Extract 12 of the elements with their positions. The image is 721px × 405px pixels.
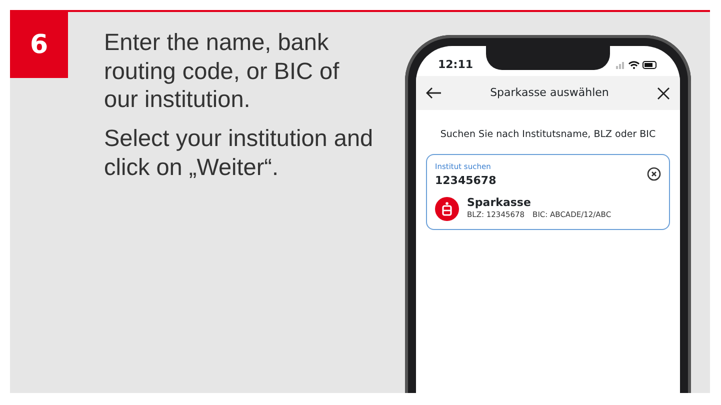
status-time: 12:11 xyxy=(438,56,474,73)
back-arrow-icon[interactable] xyxy=(426,87,442,99)
instruction-text: Enter the name, bank routing code, or BIC of our institution. xyxy=(104,28,340,114)
close-icon[interactable] xyxy=(656,86,670,100)
screen-title: Sparkasse auswählen xyxy=(490,84,609,101)
search-prompt: Suchen Sie nach Institutsname, BLZ oder BIC xyxy=(440,129,656,140)
status-icons xyxy=(616,60,658,70)
bank-logo-icon xyxy=(435,197,459,221)
step-number: 6 xyxy=(10,12,68,78)
result-name: Sparkasse xyxy=(467,197,532,210)
instruction-text: Select your institution and click on „Weiter“. xyxy=(104,124,374,182)
clear-icon[interactable] xyxy=(647,167,661,182)
